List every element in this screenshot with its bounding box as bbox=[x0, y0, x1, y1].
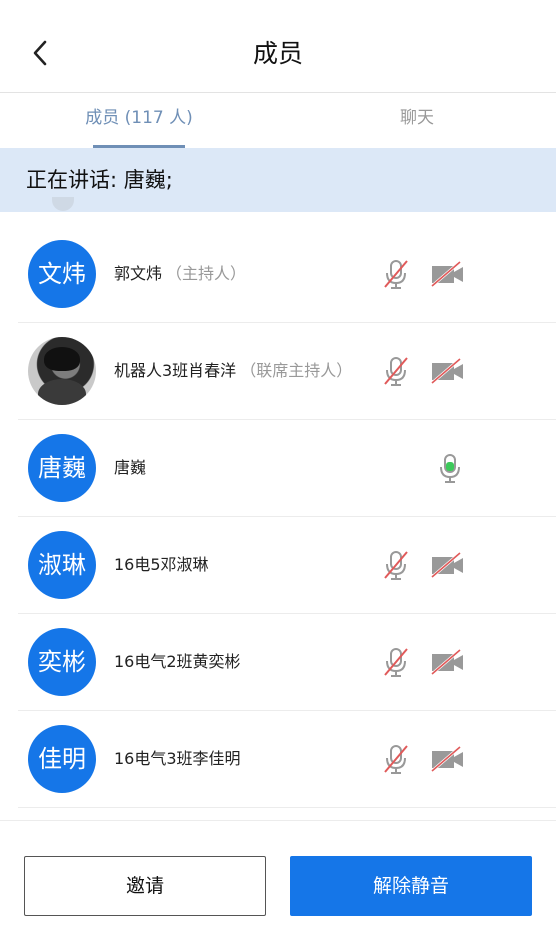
member-controls bbox=[380, 258, 466, 290]
camera-off-icon[interactable] bbox=[430, 549, 466, 581]
footer-bar: 邀请 解除静音 bbox=[0, 820, 556, 943]
member-list: 文炜 郭文炜 （主持人） 机器人3班肖春洋 （联席主持人） 唐巍 唐巍 淑琳 1… bbox=[0, 212, 556, 808]
mic-active-icon[interactable] bbox=[434, 452, 466, 484]
member-controls bbox=[380, 355, 466, 387]
unmute-button[interactable]: 解除静音 bbox=[290, 856, 532, 916]
tab-chat[interactable]: 聊天 bbox=[278, 92, 556, 148]
avatar: 淑琳 bbox=[28, 531, 96, 599]
member-controls bbox=[380, 549, 466, 581]
member-name-text: 16电气2班黄奕彬 bbox=[114, 652, 241, 671]
member-controls bbox=[434, 452, 466, 484]
list-item[interactable]: 奕彬 16电气2班黄奕彬 bbox=[18, 614, 556, 711]
member-role: （联席主持人） bbox=[240, 361, 353, 380]
camera-off-icon[interactable] bbox=[430, 743, 466, 775]
member-name-text: 机器人3班肖春洋 bbox=[114, 361, 237, 380]
member-name: 16电5邓淑琳 bbox=[114, 517, 213, 613]
member-role: （主持人） bbox=[166, 264, 247, 283]
avatar: 文炜 bbox=[28, 240, 96, 308]
member-name-text: 16电5邓淑琳 bbox=[114, 555, 209, 574]
header: 成员 bbox=[0, 0, 556, 93]
list-item[interactable]: 文炜 郭文炜 （主持人） bbox=[18, 226, 556, 323]
avatar bbox=[28, 337, 96, 405]
member-name-text: 唐巍 bbox=[114, 458, 147, 477]
avatar: 佳明 bbox=[28, 725, 96, 793]
member-name: 16电气3班李佳明 bbox=[114, 711, 245, 807]
mic-muted-icon[interactable] bbox=[380, 646, 412, 678]
member-name-text: 郭文炜 bbox=[114, 264, 163, 283]
avatar: 唐巍 bbox=[28, 434, 96, 502]
camera-off-icon[interactable] bbox=[430, 258, 466, 290]
list-item[interactable]: 佳明 16电气3班李佳明 bbox=[18, 711, 556, 808]
tab-bar: 成员 (117 人) 聊天 bbox=[0, 92, 556, 148]
list-item[interactable]: 淑琳 16电5邓淑琳 bbox=[18, 517, 556, 614]
mic-muted-icon[interactable] bbox=[380, 258, 412, 290]
list-item[interactable]: 唐巍 唐巍 bbox=[18, 420, 556, 517]
page-title: 成员 bbox=[252, 39, 303, 68]
member-name: 唐巍 bbox=[114, 420, 150, 516]
invite-button[interactable]: 邀请 bbox=[24, 856, 266, 916]
camera-off-icon[interactable] bbox=[430, 355, 466, 387]
member-controls bbox=[380, 743, 466, 775]
mic-muted-icon[interactable] bbox=[380, 355, 412, 387]
member-name: 16电气2班黄奕彬 bbox=[114, 614, 245, 710]
list-item[interactable]: 机器人3班肖春洋 （联席主持人） bbox=[18, 323, 556, 420]
camera-off-icon[interactable] bbox=[430, 646, 466, 678]
speaking-banner: 正在讲话: 唐巍; bbox=[0, 148, 556, 212]
member-name: 机器人3班肖春洋 （联席主持人） bbox=[114, 323, 352, 419]
tab-members[interactable]: 成员 (117 人) bbox=[0, 92, 278, 148]
mic-muted-icon[interactable] bbox=[380, 549, 412, 581]
member-name: 郭文炜 （主持人） bbox=[114, 226, 246, 322]
avatar: 奕彬 bbox=[28, 628, 96, 696]
member-controls bbox=[380, 646, 466, 678]
member-name-text: 16电气3班李佳明 bbox=[114, 749, 241, 768]
mic-muted-icon[interactable] bbox=[380, 743, 412, 775]
